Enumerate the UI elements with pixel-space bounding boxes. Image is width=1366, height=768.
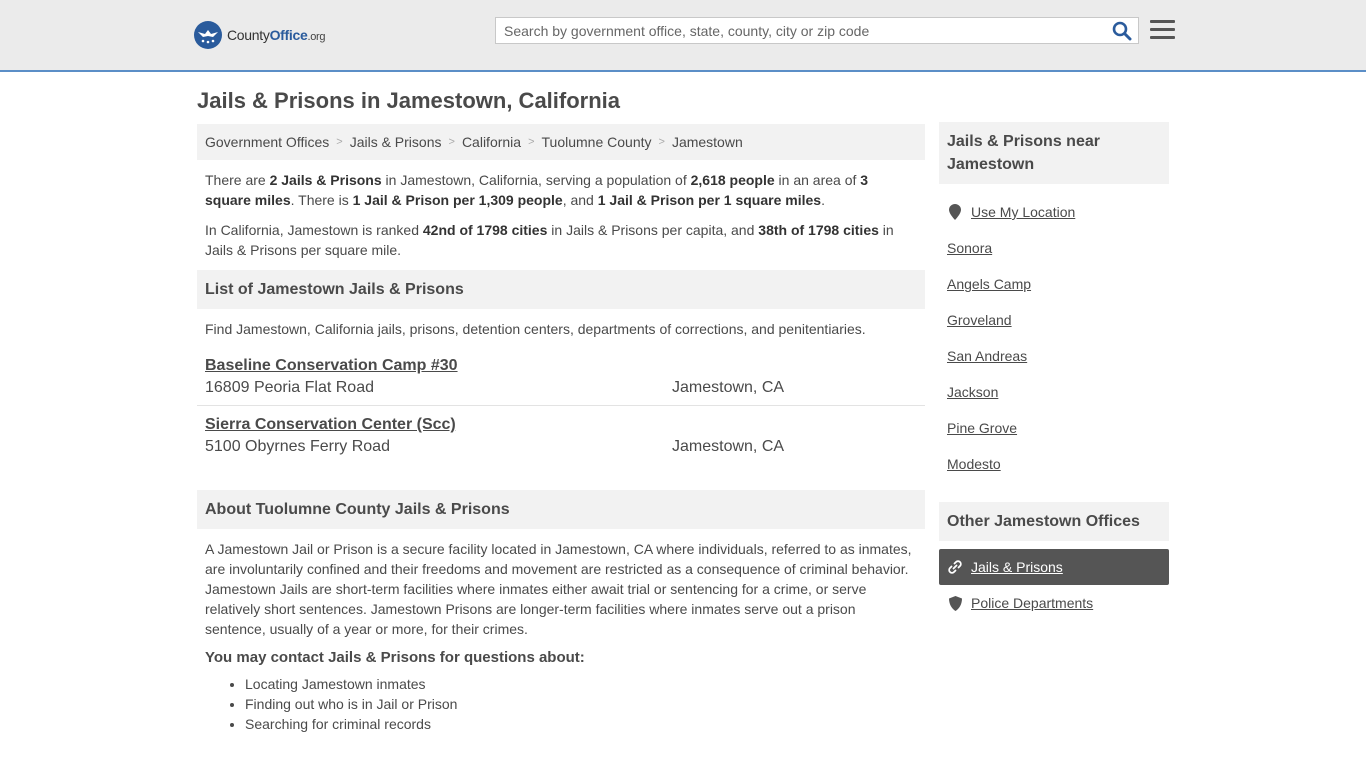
map-pin-icon bbox=[947, 204, 963, 220]
shield-icon bbox=[947, 595, 963, 611]
active-office-link[interactable]: Jails & Prisons bbox=[971, 559, 1063, 575]
breadcrumb-jamestown[interactable]: Jamestown bbox=[672, 134, 743, 150]
breadcrumb-separator-icon: > bbox=[336, 136, 343, 148]
sidebar-item-sonora[interactable]: Sonora bbox=[947, 230, 1161, 266]
list-item: Locating Jamestown inmates bbox=[245, 674, 925, 694]
sidebar-item-modesto[interactable]: Modesto bbox=[947, 446, 1161, 482]
about-paragraph: A Jamestown Jail or Prison is a secure f… bbox=[205, 541, 912, 637]
listing-name-link[interactable]: Sierra Conservation Center (Scc) bbox=[205, 416, 456, 434]
site-header: CountyOffice.org bbox=[0, 0, 1366, 72]
main-content: Government Offices > Jails & Prisons > C… bbox=[197, 124, 925, 734]
sidebar-item-use-location[interactable]: Use My Location bbox=[947, 194, 1161, 230]
hamburger-menu-icon[interactable] bbox=[1150, 20, 1175, 42]
search-input[interactable] bbox=[496, 18, 1112, 43]
intro-text: There are 2 Jails & Prisons in Jamestown… bbox=[197, 160, 925, 260]
nearby-city-link[interactable]: Angels Camp bbox=[947, 276, 1031, 292]
site-logo[interactable]: CountyOffice.org bbox=[194, 20, 326, 50]
list-section-heading: List of Jamestown Jails & Prisons bbox=[197, 270, 925, 309]
nearby-city-link[interactable]: Jackson bbox=[947, 384, 998, 400]
list-item: Sierra Conservation Center (Scc) 5100 Ob… bbox=[197, 406, 925, 464]
about-section-heading: About Tuolumne County Jails & Prisons bbox=[197, 490, 925, 529]
contact-heading: You may contact Jails & Prisons for ques… bbox=[205, 649, 585, 666]
sidebar: Jails & Prisons near Jamestown Use My Lo… bbox=[939, 122, 1169, 621]
list-section-description: Find Jamestown, California jails, prison… bbox=[205, 321, 866, 337]
list-item: Baseline Conservation Camp #30 16809 Peo… bbox=[197, 347, 925, 406]
about-section-body: A Jamestown Jail or Prison is a secure f… bbox=[197, 539, 925, 639]
sidebar-item-angels-camp[interactable]: Angels Camp bbox=[947, 266, 1161, 302]
breadcrumb-california[interactable]: California bbox=[462, 134, 521, 150]
sidebar-other-offices-list: Police Departments bbox=[939, 585, 1169, 621]
breadcrumb-separator-icon: > bbox=[448, 136, 455, 148]
nearby-city-link[interactable]: Sonora bbox=[947, 240, 992, 256]
listing-city: Jamestown, CA bbox=[672, 438, 785, 455]
office-link[interactable]: Police Departments bbox=[971, 595, 1093, 611]
search-box bbox=[495, 17, 1139, 44]
listing-street: 5100 Obyrnes Ferry Road bbox=[205, 438, 390, 455]
sidebar-nearby-heading: Jails & Prisons near Jamestown bbox=[939, 122, 1169, 184]
listing-address: 16809 Peoria Flat Road Jamestown, CA bbox=[205, 379, 917, 397]
nearby-city-link[interactable]: Pine Grove bbox=[947, 420, 1017, 436]
listing-street: 16809 Peoria Flat Road bbox=[205, 379, 374, 396]
listing-city: Jamestown, CA bbox=[672, 379, 785, 396]
contact-list: Locating Jamestown inmates Finding out w… bbox=[197, 674, 925, 734]
page-title: Jails & Prisons in Jamestown, California bbox=[197, 88, 621, 113]
logo-eagle-icon bbox=[194, 21, 222, 49]
sidebar-item-police-departments[interactable]: Police Departments bbox=[947, 585, 1161, 621]
breadcrumb-separator-icon: > bbox=[528, 136, 535, 148]
intro-paragraph-rank: In California, Jamestown is ranked 42nd … bbox=[205, 222, 894, 258]
sidebar-item-san-andreas[interactable]: San Andreas bbox=[947, 338, 1161, 374]
listing-address: 5100 Obyrnes Ferry Road Jamestown, CA bbox=[205, 438, 917, 456]
sidebar-item-jackson[interactable]: Jackson bbox=[947, 374, 1161, 410]
sidebar-nearby-list: Use My Location Sonora Angels Camp Grove… bbox=[939, 184, 1169, 482]
breadcrumb-separator-icon: > bbox=[658, 136, 665, 148]
breadcrumb-government-offices[interactable]: Government Offices bbox=[205, 134, 329, 150]
list-item: Finding out who is in Jail or Prison bbox=[245, 694, 925, 714]
listing-name-link[interactable]: Baseline Conservation Camp #30 bbox=[205, 357, 458, 375]
use-location-link[interactable]: Use My Location bbox=[971, 204, 1075, 220]
listing-list: Baseline Conservation Camp #30 16809 Peo… bbox=[197, 347, 925, 464]
list-item: Searching for criminal records bbox=[245, 714, 925, 734]
link-icon bbox=[947, 559, 963, 575]
logo-wordmark: CountyOffice.org bbox=[227, 27, 326, 43]
nearby-city-link[interactable]: Modesto bbox=[947, 456, 1001, 472]
sidebar-item-jails-prisons[interactable]: Jails & Prisons bbox=[939, 549, 1169, 585]
breadcrumb-jails-prisons[interactable]: Jails & Prisons bbox=[350, 134, 442, 150]
nearby-city-link[interactable]: Groveland bbox=[947, 312, 1012, 328]
intro-paragraph-stats: There are 2 Jails & Prisons in Jamestown… bbox=[205, 172, 869, 208]
sidebar-item-groveland[interactable]: Groveland bbox=[947, 302, 1161, 338]
search-icon bbox=[1112, 21, 1132, 41]
breadcrumb: Government Offices > Jails & Prisons > C… bbox=[197, 124, 925, 160]
sidebar-item-pine-grove[interactable]: Pine Grove bbox=[947, 410, 1161, 446]
sidebar-other-offices-heading: Other Jamestown Offices bbox=[939, 502, 1169, 541]
search-button[interactable] bbox=[1112, 21, 1132, 41]
nearby-city-link[interactable]: San Andreas bbox=[947, 348, 1027, 364]
breadcrumb-tuolumne-county[interactable]: Tuolumne County bbox=[542, 134, 652, 150]
